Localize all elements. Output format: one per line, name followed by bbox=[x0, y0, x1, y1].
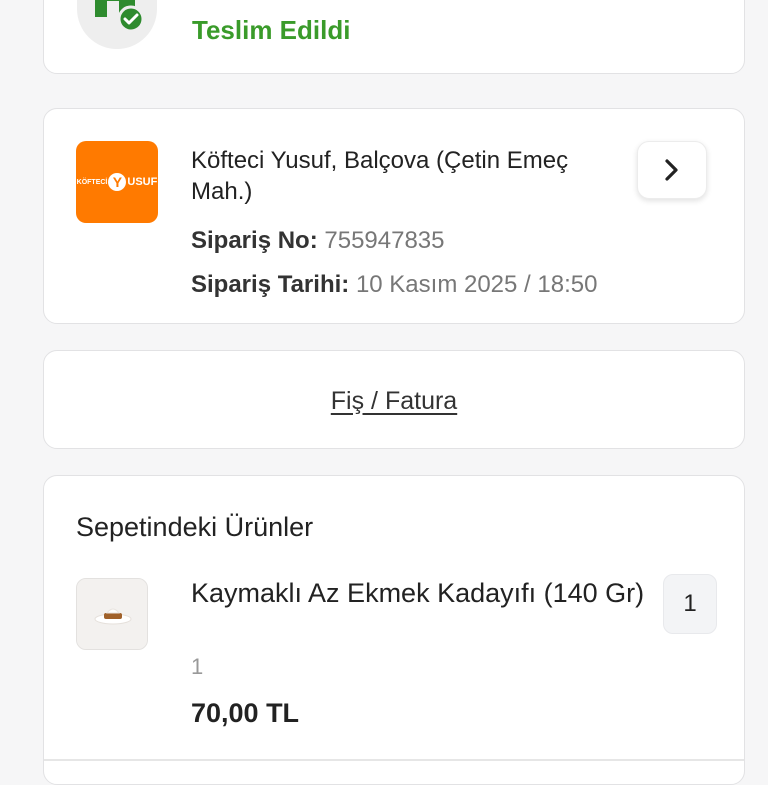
delivery-status-card: Teslim Edildi bbox=[43, 0, 745, 74]
product-price: 70,00 TL bbox=[191, 698, 300, 728]
dessert-image bbox=[77, 579, 147, 649]
restaurant-name[interactable]: Köfteci Yusuf, Balçova (Çetin Emeç Mah.) bbox=[191, 145, 611, 207]
product-name: Kaymaklı Az Ekmek Kadayıfı (140 Gr) bbox=[191, 578, 645, 608]
order-date-label: Sipariş Tarihi: bbox=[191, 271, 350, 298]
receipt-card[interactable]: Fiş / Fatura bbox=[43, 350, 745, 449]
basket-card: Sepetindeki Ürünler Kaymaklı Az Ekmek Ka… bbox=[43, 475, 745, 785]
house-check-icon bbox=[95, 0, 145, 33]
product-image bbox=[76, 578, 148, 650]
status-icon-container bbox=[77, 0, 157, 49]
receipt-invoice-link[interactable]: Fiş / Fatura bbox=[44, 387, 744, 416]
logo-rest-text: USUF bbox=[127, 176, 158, 188]
logo-y-badge: Y bbox=[108, 173, 127, 191]
product-quantity-badge: 1 bbox=[663, 574, 717, 634]
chevron-right-icon bbox=[665, 159, 678, 181]
basket-title: Sepetindeki Ürünler bbox=[76, 512, 314, 542]
order-date-value: 10 Kasım 2025 / 18:50 bbox=[355, 271, 598, 298]
order-info-card[interactable]: KÖFTECİ Y USUF Köfteci Yusuf, Balçova (Ç… bbox=[43, 108, 745, 324]
restaurant-detail-button[interactable] bbox=[637, 141, 707, 199]
divider bbox=[44, 759, 744, 761]
order-number-value: 755947835 bbox=[324, 227, 445, 254]
delivery-status-text: Teslim Edildi bbox=[192, 15, 351, 45]
restaurant-logo-mark: KÖFTECİ Y USUF bbox=[76, 173, 158, 191]
logo-small-text: KÖFTECİ bbox=[76, 178, 108, 186]
restaurant-logo: KÖFTECİ Y USUF bbox=[76, 141, 158, 223]
order-number-label: Sipariş No: bbox=[191, 227, 318, 254]
order-date-row: Sipariş Tarihi: 10 Kasım 2025 / 18:50 bbox=[191, 271, 597, 299]
order-number-row: Sipariş No: 755947835 bbox=[191, 227, 445, 255]
product-quantity-subtext: 1 bbox=[191, 654, 204, 679]
